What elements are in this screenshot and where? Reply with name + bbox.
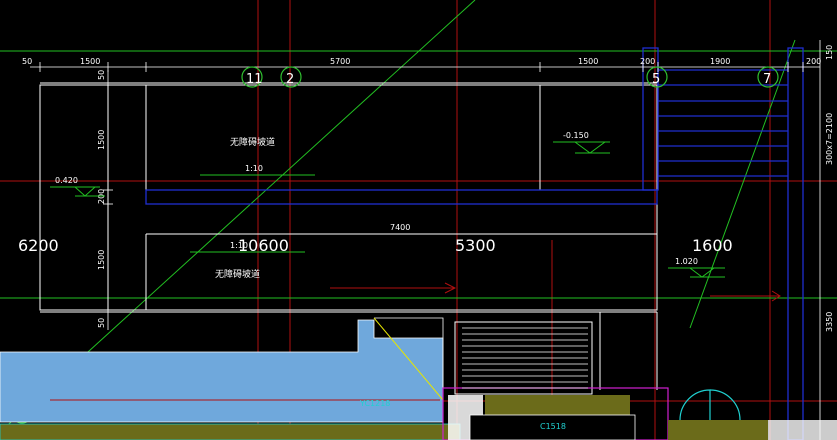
ramp-labels: 无障碍坡道 1:10 1:10 无障碍坡道: [190, 136, 315, 280]
right-dimension-texts: 150 300x7=2100 3350: [819, 40, 834, 440]
dim-left-3: 1500: [97, 250, 106, 270]
left-dimension-texts: 50 1500 200 1500 50: [97, 70, 106, 328]
overlay-dim-5300: 5300: [455, 236, 496, 255]
dim-top-2: 5700: [330, 57, 350, 66]
louver-grille: [462, 327, 588, 389]
dim-7400-text: 7400: [390, 223, 410, 232]
dim-right-2: 3350: [825, 312, 834, 332]
elevation-label-1: 0.420: [55, 176, 78, 185]
window-label-yc1218: YC1218: [359, 399, 390, 408]
slope-label-upper: 1:10: [245, 164, 263, 173]
elevation-label-2: 1.020: [675, 257, 698, 266]
elevation-label-0: -0.150: [563, 131, 589, 140]
overlay-dim-1600: 1600: [692, 236, 733, 255]
dim-top-3: 1500: [578, 57, 598, 66]
ramp-outline: [39, 82, 658, 395]
dim-7400: 7400: [390, 223, 410, 232]
grid-bubble-11: 11: [246, 72, 263, 87]
overlay-dimensions: 6200 10600 5300 1600: [18, 236, 733, 255]
dim-top-0: 50: [22, 57, 32, 66]
dim-left-4: 50: [97, 318, 106, 328]
ramp-label-lower: 无障碍坡道: [215, 268, 260, 280]
dim-top-4: 200: [640, 57, 655, 66]
dim-top-1: 1500: [80, 57, 100, 66]
grid-bubble-2: 2: [286, 72, 294, 87]
dim-left-1: 1500: [97, 130, 106, 150]
window-label-c1518: C1518: [540, 422, 566, 431]
overlay-dim-10600: 10600: [238, 236, 289, 255]
dim-top-5: 1900: [710, 57, 730, 66]
cad-drawing-canvas: 50 1500 5700 1500 200 1900 200 50 1500 2…: [0, 0, 837, 440]
overlay-dim-6200: 6200: [18, 236, 59, 255]
ramp-label-upper: 无障碍坡道: [230, 136, 275, 148]
grid-bubble-7: 7: [763, 72, 771, 87]
dim-right-0: 150: [825, 45, 834, 60]
top-dimension-texts: 50 1500 5700 1500 200 1900 200: [22, 57, 821, 66]
grid-bubble-5: 5: [652, 72, 660, 87]
pool-area: YC1218: [0, 317, 444, 423]
dim-top-6: 200: [806, 57, 821, 66]
dim-left-0: 50: [97, 70, 106, 80]
dim-right-1: 300x7=2100: [825, 113, 834, 165]
